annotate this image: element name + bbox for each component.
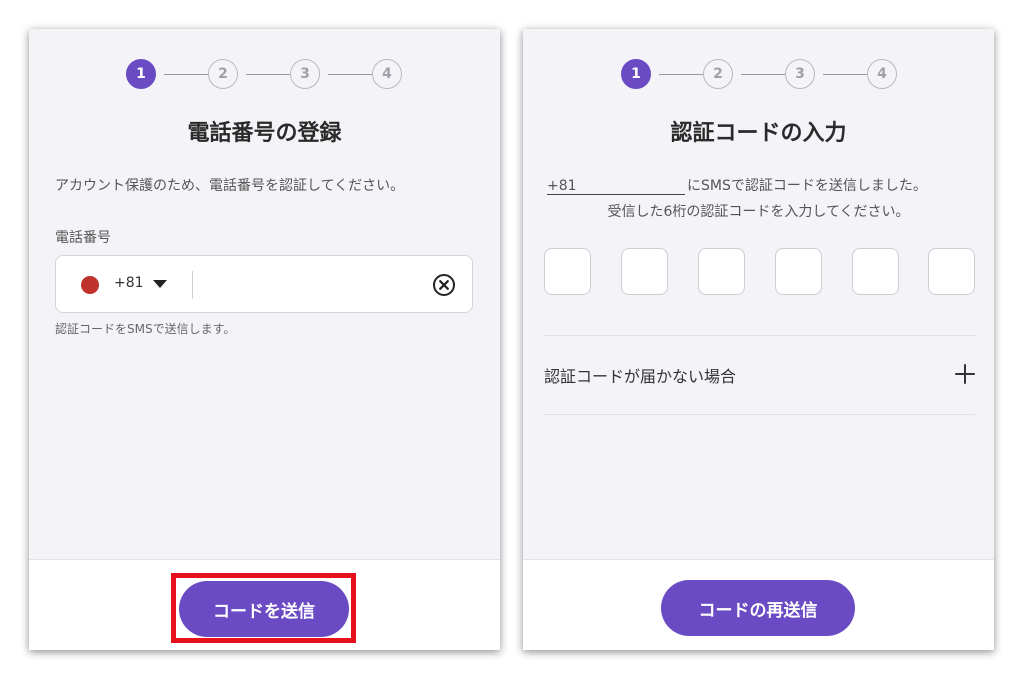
code-digit-input[interactable] <box>852 248 899 295</box>
code-entry-panel: 1 2 3 4 認証コードの入力 +81 にSMSで認証コードを送信しました。 受… <box>523 29 994 650</box>
sent-phone-number: +81 <box>547 178 685 195</box>
step-connector <box>741 73 785 75</box>
code-digit-input[interactable] <box>621 248 668 295</box>
japan-flag-icon <box>81 276 99 294</box>
step-4: 4 <box>372 59 402 89</box>
code-instruction: 受信した6桁の認証コードを入力してください。 <box>607 204 910 220</box>
plus-icon[interactable] <box>955 364 975 384</box>
footer-bar: コードを送信 <box>29 559 500 650</box>
step-connector <box>164 73 208 75</box>
phone-registration-panel: 1 2 3 4 電話番号の登録 アカウント保護のため、電話番号を認証してください… <box>29 29 500 650</box>
page-description: アカウント保護のため、電話番号を認証してください。 <box>55 178 405 194</box>
caret-down-icon[interactable] <box>153 280 167 288</box>
code-digit-input[interactable] <box>928 248 975 295</box>
step-connector <box>659 73 703 75</box>
code-digit-input[interactable] <box>775 248 822 295</box>
progress-stepper: 1 2 3 4 <box>29 59 500 91</box>
code-digit-input[interactable] <box>698 248 745 295</box>
sms-sent-message: +81 にSMSで認証コードを送信しました。 <box>547 175 927 195</box>
sms-hint-text: 認証コードをSMSで送信します。 <box>55 322 236 336</box>
page-title: 認証コードの入力 <box>670 121 847 146</box>
step-1: 1 <box>621 59 651 89</box>
step-1: 1 <box>126 59 156 89</box>
clear-icon[interactable] <box>432 273 456 297</box>
step-connector <box>246 73 290 75</box>
progress-stepper: 1 2 3 4 <box>523 59 994 91</box>
field-divider <box>192 271 193 299</box>
accordion-label: 認証コードが届かない場合 <box>544 367 737 386</box>
step-connector <box>823 73 867 75</box>
divider <box>544 414 975 415</box>
send-code-button[interactable]: コードを送信 <box>179 581 349 637</box>
step-2: 2 <box>208 59 238 89</box>
code-digit-input[interactable] <box>544 248 591 295</box>
step-3: 3 <box>290 59 320 89</box>
resend-code-button[interactable]: コードの再送信 <box>661 580 855 636</box>
page-title: 電話番号の登録 <box>187 121 342 146</box>
sms-sent-text: にSMSで認証コードを送信しました。 <box>687 178 927 194</box>
country-code-value[interactable]: +81 <box>114 275 144 291</box>
phone-field-label: 電話番号 <box>55 230 111 246</box>
step-connector <box>328 73 372 75</box>
code-not-received-accordion[interactable]: 認証コードが届かない場合 <box>544 336 975 414</box>
step-3: 3 <box>785 59 815 89</box>
footer-bar: コードの再送信 <box>523 559 994 650</box>
step-4: 4 <box>867 59 897 89</box>
step-2: 2 <box>703 59 733 89</box>
phone-number-input[interactable] <box>202 270 426 302</box>
phone-field: +81 <box>55 255 473 313</box>
